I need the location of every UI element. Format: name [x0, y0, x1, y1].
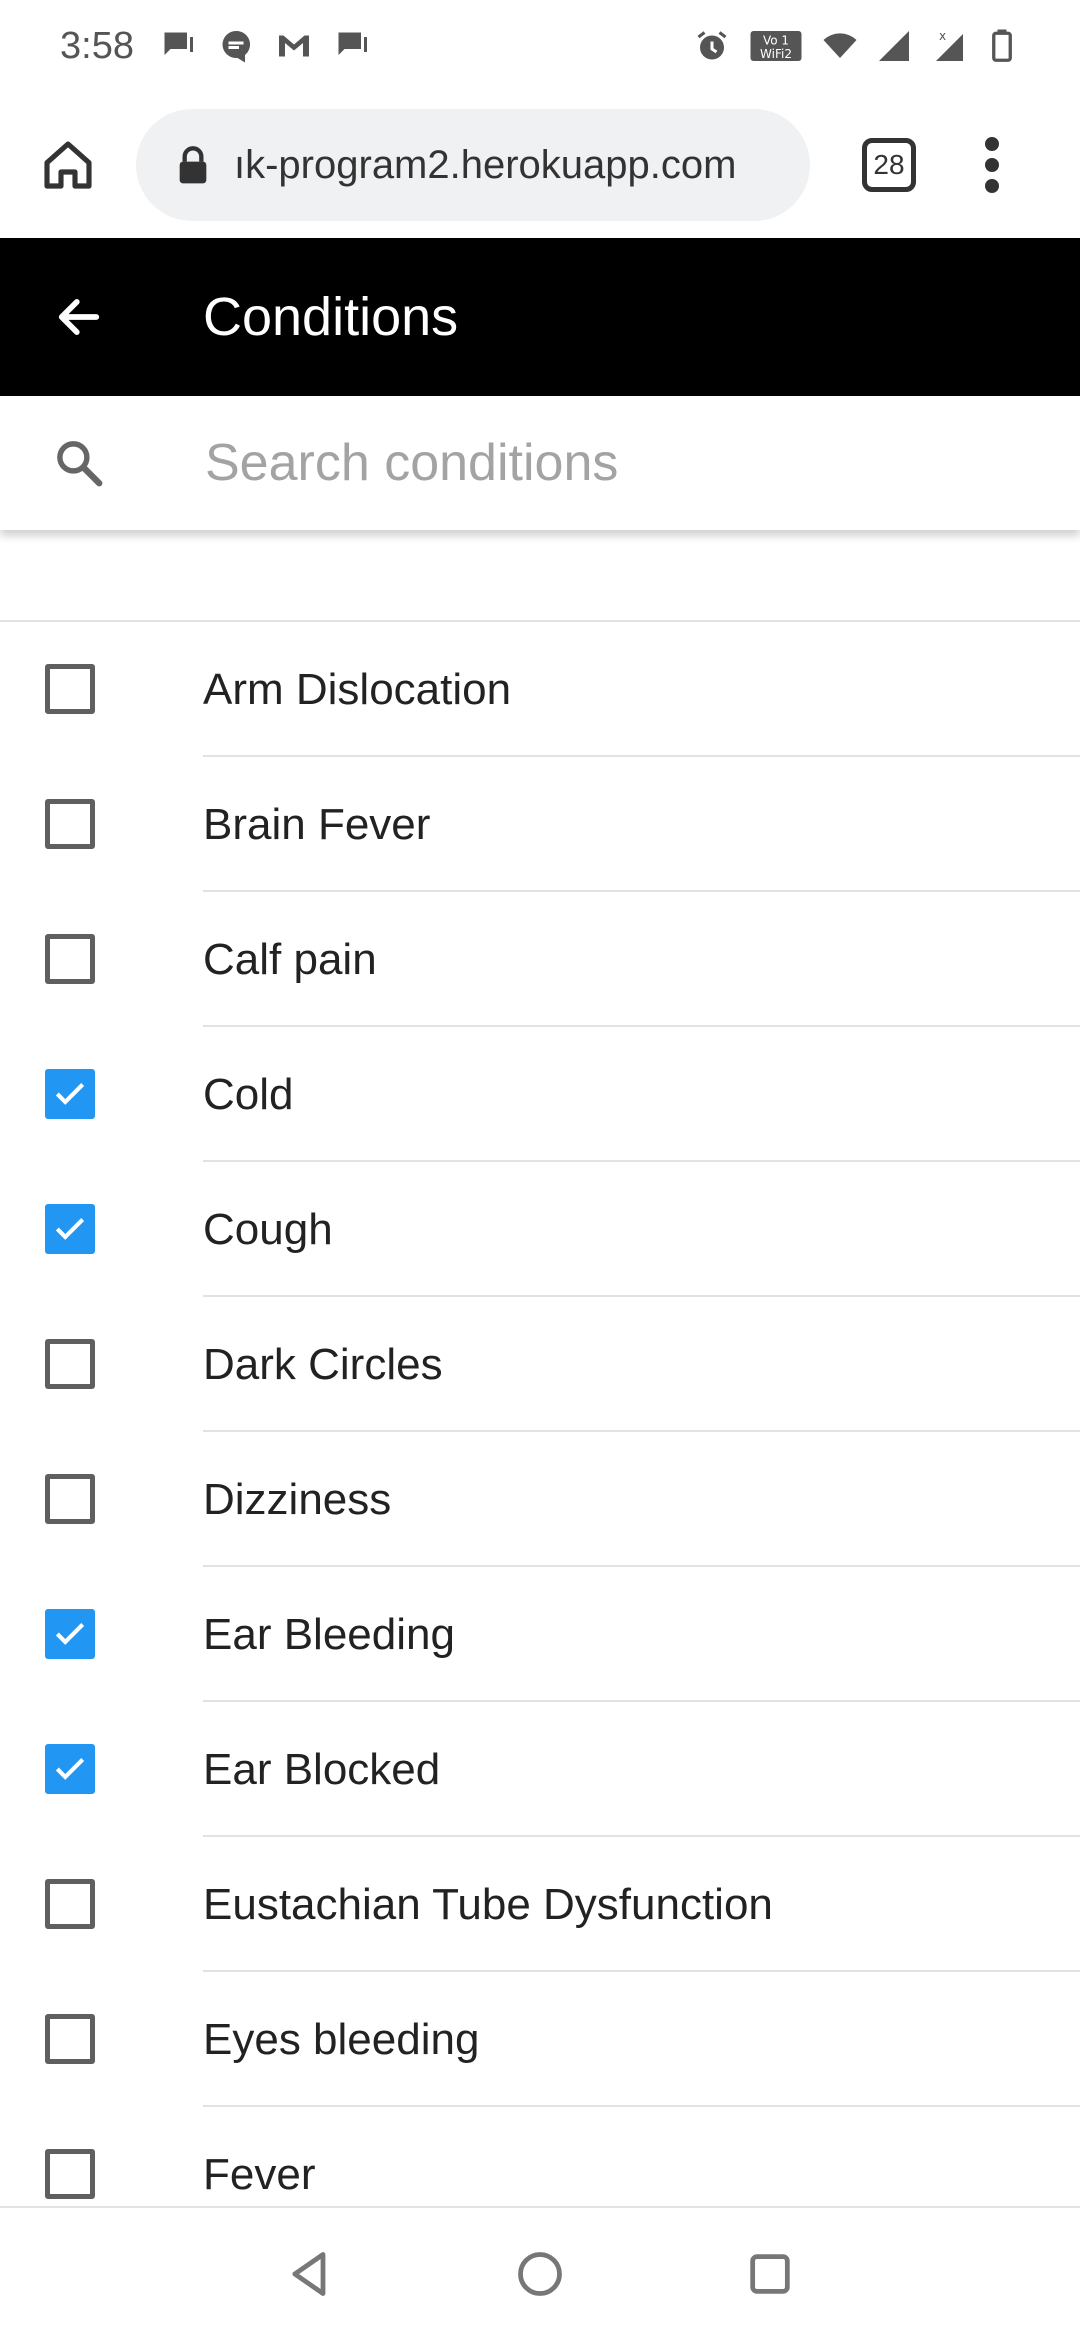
condition-row[interactable]: Dizziness [0, 1432, 1080, 1567]
condition-label: Eustachian Tube Dysfunction [203, 1880, 773, 1929]
condition-label: Ear Bleeding [203, 1610, 455, 1659]
condition-label: Fever [203, 2150, 316, 2199]
browser-menu-button[interactable] [972, 125, 1012, 205]
condition-row[interactable]: Fever [0, 2107, 1080, 2206]
condition-row[interactable]: Ear Blocked [0, 1702, 1080, 1837]
condition-checkbox[interactable] [45, 2014, 95, 2064]
triangle-back-icon [292, 2252, 326, 2296]
condition-row[interactable]: Ear Bleeding [0, 1567, 1080, 1702]
check-icon [55, 1623, 85, 1645]
search-input[interactable] [203, 432, 1023, 494]
square-recents-icon [750, 2254, 790, 2294]
status-time: 3:58 [60, 24, 134, 67]
condition-checkbox[interactable] [45, 799, 95, 849]
condition-checkbox[interactable] [45, 664, 95, 714]
alarm-icon [694, 28, 730, 64]
check-icon [55, 1758, 85, 1780]
condition-row[interactable]: Brain Fever [0, 757, 1080, 892]
condition-checkbox[interactable] [45, 1204, 95, 1254]
check-icon [55, 1218, 85, 1240]
more-vert-icon [985, 137, 999, 193]
condition-row[interactable]: Eustachian Tube Dysfunction [0, 1837, 1080, 1972]
url-text: ık-program2.herokuapp.com [234, 142, 737, 187]
conditions-rows: Arm Dislocation Brain Fever Calf pain Co… [0, 622, 1080, 2206]
status-bar: 3:58 Vo 1 WiFi2 x [0, 0, 1080, 92]
chat-icon [334, 28, 370, 64]
condition-label: Ear Blocked [203, 1745, 441, 1794]
condition-checkbox[interactable] [45, 1339, 95, 1389]
signal-icon [876, 28, 912, 64]
svg-text:Vo 1: Vo 1 [763, 34, 789, 48]
address-bar[interactable]: ık-program2.herokuapp.com [136, 109, 810, 221]
search-icon [0, 396, 158, 530]
condition-label: Arm Dislocation [203, 665, 512, 714]
system-nav-bar [0, 2206, 1080, 2340]
nav-home-button[interactable] [510, 2244, 570, 2304]
app-header: Conditions [0, 238, 1080, 396]
condition-label: Cough [203, 1205, 333, 1254]
condition-row[interactable]: Calf pain [0, 892, 1080, 1027]
browser-toolbar: ık-program2.herokuapp.com 28 [0, 92, 1080, 238]
home-icon [44, 141, 92, 189]
arrow-back-icon [58, 299, 100, 335]
condition-row[interactable]: Cold [0, 1027, 1080, 1162]
svg-text:WiFi2: WiFi2 [760, 47, 792, 61]
page-title: Conditions [203, 287, 459, 347]
condition-label: Cold [203, 1070, 294, 1119]
nav-recents-button[interactable] [740, 2244, 800, 2304]
home-button[interactable] [0, 92, 136, 238]
condition-row[interactable]: Dark Circles [0, 1297, 1080, 1432]
gmail-icon [276, 28, 312, 64]
condition-row[interactable]: Arm Dislocation [0, 622, 1080, 757]
vowifi-icon: Vo 1 WiFi2 [748, 28, 804, 64]
notification-icons [160, 28, 370, 64]
check-icon [55, 1083, 85, 1105]
chat-icon [160, 28, 196, 64]
search-bar [0, 396, 1080, 530]
condition-checkbox[interactable] [45, 1474, 95, 1524]
condition-row[interactable]: Eyes bleeding [0, 1972, 1080, 2107]
svg-text:x: x [939, 29, 946, 43]
battery-icon [984, 28, 1020, 64]
message-icon [218, 28, 254, 64]
condition-label: Eyes bleeding [203, 2015, 480, 2064]
circle-home-icon [518, 2252, 562, 2296]
lock-icon [179, 146, 207, 184]
condition-checkbox[interactable] [45, 2149, 95, 2199]
condition-label: Brain Fever [203, 800, 431, 849]
condition-checkbox[interactable] [45, 1879, 95, 1929]
system-icons: Vo 1 WiFi2 x [694, 28, 1020, 64]
back-button[interactable] [0, 238, 158, 396]
tab-switcher-button[interactable]: 28 [862, 138, 916, 192]
signal-no-data-icon: x [930, 28, 966, 64]
condition-checkbox[interactable] [45, 1609, 95, 1659]
conditions-list: Arm Dislocation Brain Fever Calf pain Co… [0, 530, 1080, 2206]
condition-row[interactable]: Cough [0, 1162, 1080, 1297]
condition-checkbox[interactable] [45, 1744, 95, 1794]
wifi-icon [822, 28, 858, 64]
condition-label: Dark Circles [203, 1340, 443, 1389]
condition-label: Dizziness [203, 1475, 392, 1524]
condition-label: Calf pain [203, 935, 377, 984]
condition-checkbox[interactable] [45, 934, 95, 984]
nav-back-button[interactable] [280, 2244, 340, 2304]
condition-checkbox[interactable] [45, 1069, 95, 1119]
